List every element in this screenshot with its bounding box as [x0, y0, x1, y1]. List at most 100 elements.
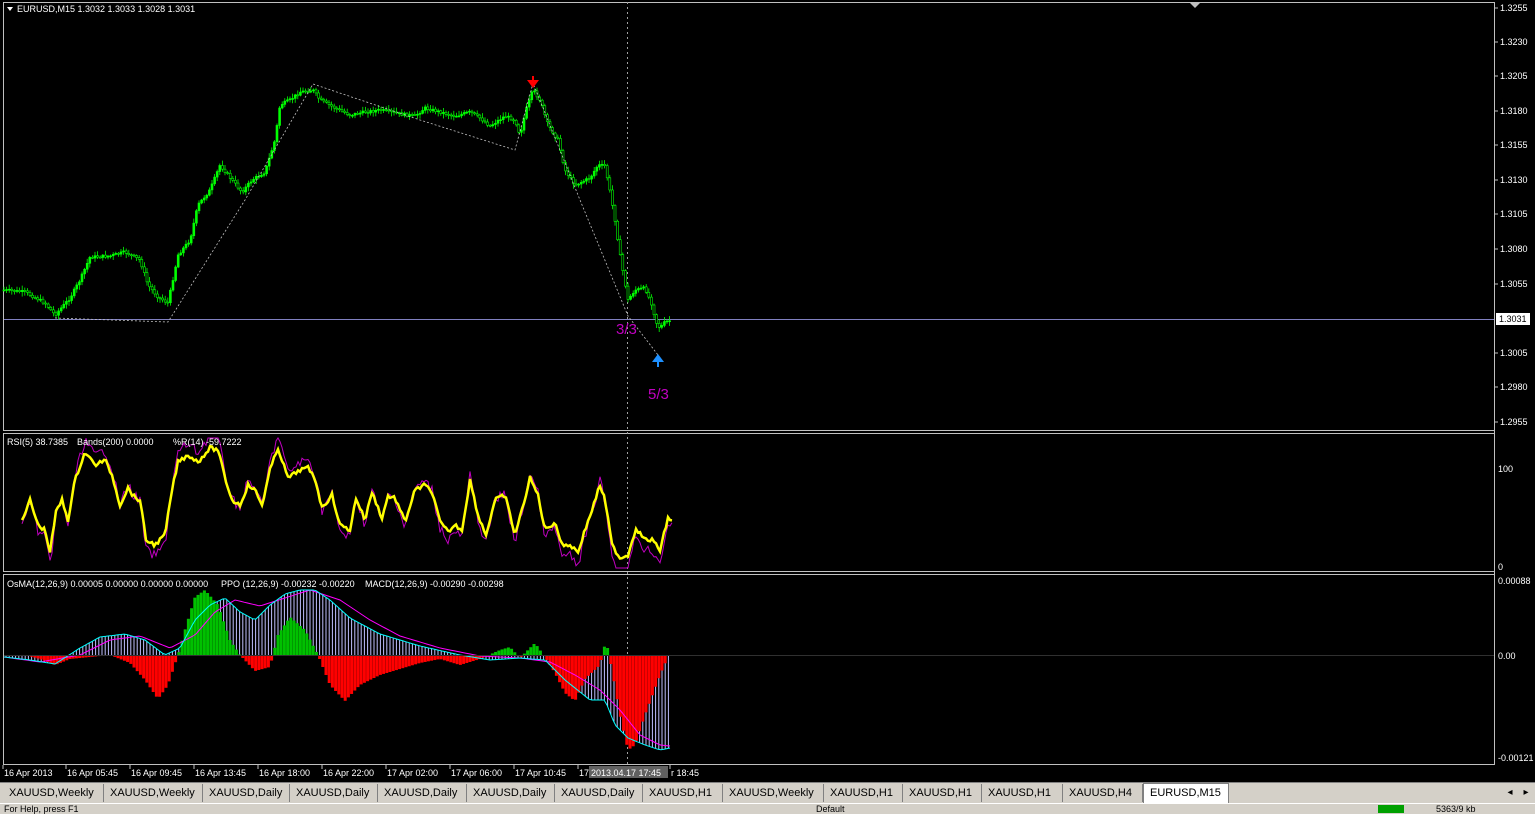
osma-bar: [625, 655, 629, 745]
candle-body: [306, 91, 310, 93]
osma-bar: [327, 655, 331, 683]
osma-bar: [337, 655, 341, 695]
candle-body: [299, 91, 302, 96]
chart-area[interactable]: 3/3 5/3 EURUSD,M15 1.3032 1.3033 1.3028 …: [0, 0, 1535, 782]
osma-bar: [350, 655, 354, 694]
chart-tab[interactable]: EURUSD,M15: [1143, 783, 1229, 803]
osma-bar: [586, 655, 590, 676]
candle-body: [109, 255, 112, 258]
candle-body: [169, 289, 172, 304]
chart-tab[interactable]: XAUUSD,Daily: [378, 784, 467, 802]
candle-body: [2, 289, 6, 292]
chart-tab[interactable]: XAUUSD,Weekly: [723, 784, 824, 802]
osma-bar: [385, 655, 389, 673]
osma-bar: [372, 655, 376, 678]
osma-bar: [628, 655, 632, 749]
osma-bar: [462, 655, 466, 664]
candle-body: [174, 266, 177, 281]
candle-body: [460, 113, 463, 117]
price-tick-label: 1.3255: [1500, 3, 1528, 13]
candle-body: [605, 165, 609, 179]
osma-bar: [254, 655, 258, 671]
main-chart-panel[interactable]: [3, 2, 1495, 431]
candle-body: [613, 205, 617, 222]
chart-tab[interactable]: XAUUSD,H4: [1063, 784, 1143, 802]
chart-tab[interactable]: XAUUSD,Weekly: [104, 784, 203, 802]
time-tick-label: 16 Apr 09:45: [131, 768, 182, 778]
chart-tab[interactable]: XAUUSD,Daily: [290, 784, 378, 802]
candle-body: [379, 108, 383, 111]
osma-bar: [641, 655, 645, 722]
osma-bar: [234, 649, 238, 655]
candle-body: [104, 254, 107, 258]
osma-bar: [273, 647, 277, 655]
candle-body: [124, 250, 128, 254]
candle-body: [228, 172, 232, 179]
osma-bar: [289, 617, 293, 655]
osma-bar: [340, 655, 344, 698]
candle-body: [522, 117, 526, 131]
candle-body: [208, 189, 211, 196]
candle-body: [182, 247, 185, 254]
chart-tab[interactable]: XAUUSD,H1: [643, 784, 723, 802]
candle-body: [455, 115, 458, 118]
candle-body: [218, 165, 222, 172]
candle-body: [655, 314, 658, 324]
candle-body: [384, 109, 388, 111]
osma-bar: [247, 655, 251, 665]
tab-scroll-right-icon[interactable]: ▸: [1520, 786, 1532, 800]
osma-bar: [305, 633, 309, 655]
osma-bar: [503, 648, 507, 655]
candle-body: [161, 297, 164, 301]
candle-body: [239, 187, 242, 191]
osma-header: OsMA(12,26,9) 0.00005 0.00000 0.00000 0.…: [7, 579, 208, 589]
wave-label-3-3: 3/3: [616, 321, 637, 338]
candle-body: [189, 235, 193, 244]
chart-tab[interactable]: XAUUSD,Weekly: [3, 784, 104, 802]
candle-body: [114, 253, 118, 255]
osma-bar: [135, 655, 139, 672]
candle-body: [579, 182, 583, 185]
osma-bar: [647, 655, 651, 704]
osma-bar: [388, 655, 392, 672]
chart-tab[interactable]: XAUUSD,Daily: [555, 784, 643, 802]
candle-body: [514, 119, 518, 126]
candle-body: [405, 112, 409, 117]
osma-bar: [308, 639, 312, 655]
osma-bar: [138, 655, 142, 675]
price-tick-label: 1.3155: [1500, 140, 1528, 150]
candle-body: [78, 281, 81, 286]
osma-bar: [564, 655, 568, 694]
osma-bar: [142, 655, 146, 679]
chart-tab[interactable]: XAUUSD,H1: [982, 784, 1063, 802]
osma-bar: [295, 623, 299, 655]
candle-body: [301, 90, 305, 93]
rsi-panel[interactable]: [3, 433, 1495, 572]
candle-body: [533, 90, 536, 93]
chart-tab[interactable]: XAUUSD,Daily: [203, 784, 290, 802]
candle-body: [10, 288, 14, 291]
osma-bar: [660, 655, 664, 671]
candle-body: [556, 136, 560, 139]
osma-bar: [583, 655, 587, 679]
candle-body: [603, 164, 606, 166]
tab-scroll-left-icon[interactable]: ◂: [1504, 786, 1516, 800]
candle-body: [618, 239, 622, 255]
osma-bar: [574, 655, 578, 700]
osma-bar: [282, 625, 286, 655]
rsi-scale-top: 100: [1498, 464, 1513, 474]
time-tick-label: 17 Apr 02:00: [387, 768, 438, 778]
candle-body: [262, 173, 266, 176]
chart-tab[interactable]: XAUUSD,H1: [903, 784, 982, 802]
main-chart-header: EURUSD,M15 1.3032 1.3033 1.3028 1.3031: [17, 4, 195, 14]
osma-bar: [151, 655, 155, 692]
time-tick-label: r 18:45: [671, 768, 699, 778]
osma-bar: [593, 655, 597, 670]
candle-body: [366, 112, 370, 114]
chart-tab[interactable]: XAUUSD,Daily: [467, 784, 555, 802]
candle-body: [442, 112, 445, 114]
osma-bar: [638, 655, 642, 732]
chart-tab[interactable]: XAUUSD,H1: [824, 784, 903, 802]
candle-body: [293, 94, 297, 99]
osma-bar: [663, 655, 667, 664]
